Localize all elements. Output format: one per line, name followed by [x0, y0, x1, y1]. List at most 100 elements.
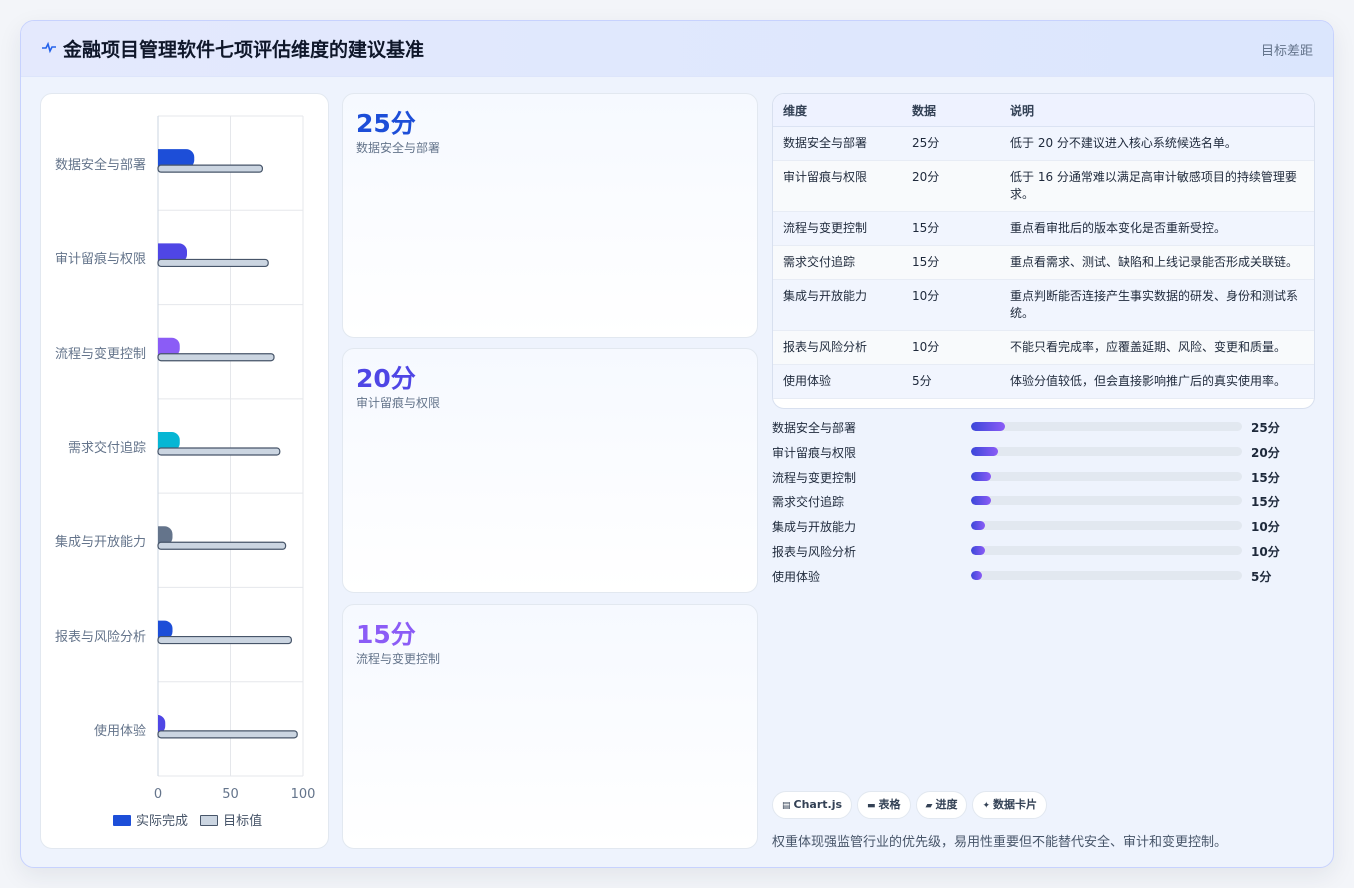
- table-cell: 需求交付追踪: [773, 245, 902, 280]
- table-icon: ▬: [867, 801, 876, 811]
- stat-card-value: 20分: [356, 364, 416, 393]
- bar-target: [157, 635, 292, 645]
- progress-track: [971, 570, 1242, 580]
- x-tick-label: 50: [222, 787, 239, 802]
- table-cell: 25分: [902, 126, 1000, 161]
- footnote: 权重体现强监管行业的优先级，易用性重要但不能替代安全、审计和变更控制。: [772, 835, 1228, 850]
- table-row: 集成与开放能力 10分 重点判断能否连接产生事实数据的研发、身份和测试系统。: [773, 279, 1314, 331]
- progress-label: 使用体验: [772, 569, 821, 584]
- feature-chips: ▤ Chart.js ▬ 表格 ▰ 进度 ✦ 数据卡片: [772, 791, 1052, 819]
- progress-fill: [971, 521, 985, 531]
- target-gap-label[interactable]: 目标差距: [1261, 40, 1313, 59]
- chip-label: 数据卡片: [993, 798, 1038, 811]
- progress-value: 20分: [1251, 445, 1280, 460]
- progress-fill: [971, 545, 985, 555]
- table-cell: 流程与变更控制: [773, 211, 902, 246]
- table-row: 审计留痕与权限 20分 低于 16 分通常难以满足高审计敏感项目的持续管理要求。: [773, 160, 1314, 212]
- table-cell: 5分: [902, 364, 1000, 399]
- progress-label: 集成与开放能力: [772, 520, 857, 535]
- stat-card-label: 审计留痕与权限: [356, 396, 441, 410]
- table-header-row: 维度 数据 说明: [773, 94, 1314, 127]
- dimension-table: 维度 数据 说明 数据安全与部署 25分 低于 20 分不建议进入核心系统候选名单。…: [772, 93, 1315, 409]
- table-cell: 10分: [902, 279, 1000, 331]
- progress-value: 15分: [1251, 495, 1280, 510]
- chip-label: 表格: [878, 798, 901, 811]
- progress-label: 审计留痕与权限: [772, 445, 857, 460]
- table-cell: 不能只看完成率，应覆盖延期、风险、变更和质量。: [1000, 330, 1314, 365]
- progress-track: [971, 471, 1242, 481]
- table-cell: 报表与风险分析: [773, 330, 902, 365]
- table-cell: 使用体验: [773, 364, 902, 399]
- progress-value: 10分: [1251, 544, 1280, 559]
- progress-track: [971, 446, 1242, 456]
- chart-legend: 实际完成 目标值: [113, 810, 270, 829]
- table-cell: 集成与开放能力: [773, 279, 902, 331]
- table-header-cell: 数据: [902, 94, 1000, 127]
- progress-value: 5分: [1251, 569, 1272, 584]
- progress-value: 10分: [1251, 520, 1280, 535]
- bar-chart: 0 50 100: [154, 115, 316, 802]
- table-cell: 重点判断能否连接产生事实数据的研发、身份和测试系统。: [1000, 279, 1314, 331]
- bar-target: [157, 447, 281, 456]
- table-row: 使用体验 5分 体验分值较低，但会直接影响推广后的真实使用率。: [773, 364, 1314, 399]
- table-cell: 重点看需求、测试、缺陷和上线记录能否形成关联链。: [1000, 245, 1314, 280]
- table-cell: 15分: [902, 211, 1000, 246]
- chip-progress[interactable]: ▰ 进度: [915, 791, 968, 819]
- table-cell: 数据安全与部署: [773, 126, 902, 161]
- table-row: 报表与风险分析 10分 不能只看完成率，应覆盖延期、风险、变更和质量。: [773, 330, 1314, 365]
- stat-card-value: 25分: [356, 109, 416, 138]
- table-cell: 体验分值较低，但会直接影响推广后的真实使用率。: [1000, 364, 1314, 399]
- progress-label: 流程与变更控制: [772, 470, 857, 485]
- progress-track: [971, 496, 1242, 506]
- progress-label: 需求交付追踪: [772, 495, 845, 510]
- stat-card: 20分 审计留痕与权限: [342, 348, 758, 593]
- bar-chart-panel: 数据安全与部署 审计留痕与权限 流程与变更控制 需求交付追踪 集成与开放能力 报表与风险分…: [40, 93, 329, 849]
- progress-track: [971, 422, 1242, 431]
- progress-fill: [971, 471, 992, 481]
- table-row: 需求交付追踪 15分 重点看需求、测试、缺陷和上线记录能否形成关联链。: [773, 245, 1314, 280]
- table-row: 流程与变更控制 15分 重点看审批后的版本变化是否重新受控。: [773, 211, 1314, 246]
- page-title: 金融项目管理软件七项评估维度的建议基准: [63, 39, 425, 61]
- progress-label: 报表与风险分析: [772, 544, 857, 559]
- progress-list: 数据安全与部署 25分 审计留痕与权限 20分 流程与变更控制 15分 需求交付追踪 15分集…: [772, 419, 1313, 593]
- pulse-icon: [42, 41, 56, 54]
- bar-target: [157, 541, 287, 550]
- table-header-cell: 说明: [1000, 94, 1314, 127]
- progress-row: 报表与风险分析 10分: [772, 543, 1313, 568]
- table-row: 数据安全与部署 25分 低于 20 分不建议进入核心系统候选名单。: [773, 126, 1314, 161]
- chip-label: 进度: [935, 798, 958, 811]
- table-cell: 重点看审批后的版本变化是否重新受控。: [1000, 211, 1314, 246]
- header-bar: 金融项目管理软件七项评估维度的建议基准 目标差距: [21, 21, 1333, 77]
- progress-track: [971, 545, 1242, 555]
- progress-row: 数据安全与部署 25分: [772, 419, 1313, 444]
- progress-value: 15分: [1251, 470, 1280, 485]
- progress-track: [971, 521, 1242, 531]
- progress-value: 25分: [1251, 421, 1280, 435]
- legend-item-actual[interactable]: 实际完成: [113, 810, 188, 829]
- table-cell: 低于 16 分通常难以满足高审计敏感项目的持续管理要求。: [1000, 160, 1314, 212]
- chip-table[interactable]: ▬ 表格: [857, 791, 911, 819]
- progress-icon: ▰: [925, 801, 933, 811]
- x-tick-label: 100: [291, 787, 316, 802]
- table-cell: 20分: [902, 160, 1000, 212]
- table-cell: 低于 20 分不建议进入核心系统候选名单。: [1000, 126, 1314, 161]
- progress-fill: [971, 570, 982, 580]
- progress-label: 数据安全与部署: [772, 421, 857, 435]
- table-cell: 审计留痕与权限: [773, 160, 902, 212]
- stat-card-label: 流程与变更控制: [356, 652, 441, 666]
- chip-sparkle[interactable]: ✦ 数据卡片: [972, 791, 1048, 819]
- progress-row: 审计留痕与权限 20分: [772, 444, 1313, 469]
- stat-card-value: 15分: [356, 620, 416, 649]
- legend-item-target[interactable]: 目标值: [200, 810, 262, 829]
- table-header-cell: 维度: [773, 94, 902, 127]
- progress-row: 需求交付追踪 15分: [772, 493, 1313, 518]
- stat-card-label: 数据安全与部署: [356, 141, 441, 155]
- chip-label: Chart.js: [793, 798, 843, 811]
- dashboard-window: 金融项目管理软件七项评估维度的建议基准 目标差距 数据安全与部署 审计留痕与权限流…: [20, 20, 1334, 868]
- stat-card: 15分 流程与变更控制: [342, 604, 758, 849]
- progress-row: 流程与变更控制 15分: [772, 469, 1313, 494]
- bar-target: [157, 730, 298, 739]
- chip-chart[interactable]: ▤ Chart.js: [772, 791, 853, 819]
- table-cell: 10分: [902, 330, 1000, 365]
- bar-target: [157, 258, 269, 268]
